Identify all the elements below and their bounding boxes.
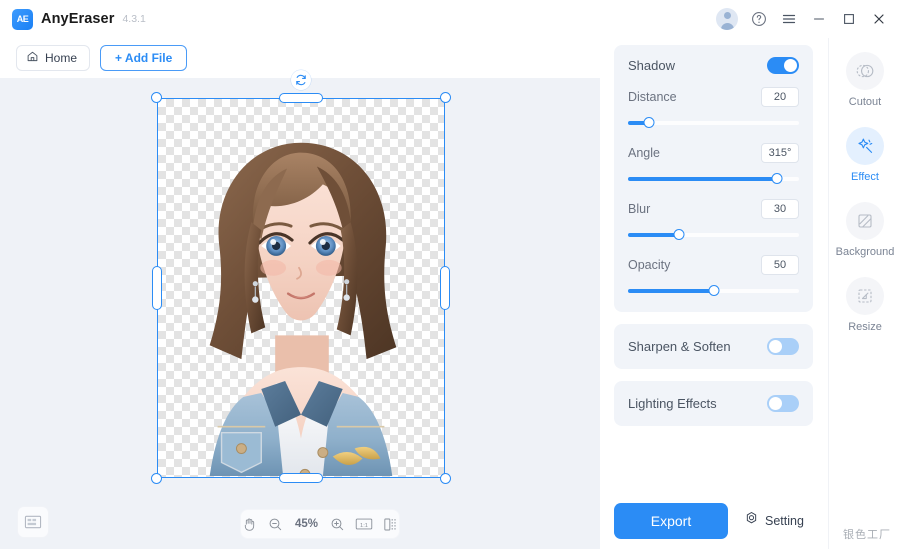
window-controls bbox=[716, 4, 900, 34]
blur-slider[interactable] bbox=[628, 228, 799, 242]
app-title: AnyEraser bbox=[41, 11, 115, 27]
resize-handle-bottom[interactable] bbox=[279, 473, 323, 483]
home-button[interactable]: Home bbox=[16, 45, 91, 71]
resize-handle-bottom-right[interactable] bbox=[440, 473, 451, 484]
blur-value[interactable]: 30 bbox=[761, 199, 799, 219]
watermark: 银色工厂 bbox=[843, 529, 891, 541]
add-file-button[interactable]: + Add File bbox=[100, 45, 188, 71]
resize-handle-right[interactable] bbox=[440, 266, 450, 310]
app-version: 4.3.1 bbox=[122, 13, 146, 25]
lighting-effects-toggle[interactable] bbox=[767, 395, 799, 412]
sharpen-soften-title: Sharpen & Soften bbox=[628, 339, 731, 354]
selection-frame[interactable] bbox=[151, 70, 451, 484]
image-canvas[interactable]: 45% 1:1 bbox=[0, 70, 600, 549]
opacity-slider[interactable] bbox=[628, 284, 799, 298]
layers-panel-icon[interactable] bbox=[17, 506, 49, 538]
zoom-level-value[interactable]: 45% bbox=[293, 518, 321, 530]
lighting-effects-title: Lighting Effects bbox=[628, 396, 717, 411]
close-icon[interactable] bbox=[864, 4, 894, 34]
rail-item-resize[interactable]: Resize bbox=[829, 277, 900, 333]
portrait-image bbox=[209, 142, 397, 477]
opacity-param: Opacity 50 bbox=[628, 255, 799, 298]
resize-handle-bottom-left[interactable] bbox=[151, 473, 162, 484]
panel-footer: Export Setting bbox=[600, 493, 828, 549]
cutout-icon bbox=[846, 52, 884, 90]
rail-item-cutout[interactable]: Cutout bbox=[829, 52, 900, 108]
magic-wand-effect-icon bbox=[846, 127, 884, 165]
zoom-in-icon[interactable] bbox=[330, 515, 347, 534]
resize-handle-top-left[interactable] bbox=[151, 92, 162, 103]
actual-size-button[interactable]: 1:1 bbox=[355, 515, 373, 534]
anyeraser-window: AE AnyEraser 4.3.1 Home + Add File 45% 1… bbox=[0, 0, 900, 549]
maximize-icon[interactable] bbox=[834, 4, 864, 34]
angle-label: Angle bbox=[628, 146, 660, 160]
rail-label-background: Background bbox=[835, 246, 895, 258]
export-button[interactable]: Export bbox=[614, 503, 728, 539]
resize-icon bbox=[846, 277, 884, 315]
angle-slider[interactable] bbox=[628, 172, 799, 186]
tools-rail: Cutout Effect Background Resize bbox=[828, 38, 900, 549]
resize-handle-top[interactable] bbox=[279, 93, 323, 103]
svg-text:1:1: 1:1 bbox=[360, 523, 368, 529]
distance-label: Distance bbox=[628, 90, 677, 104]
sharpen-soften-card: Sharpen & Soften bbox=[614, 324, 813, 369]
title-bar: AE AnyEraser 4.3.1 bbox=[0, 0, 900, 38]
rail-label-resize: Resize bbox=[848, 321, 882, 333]
shadow-toggle[interactable] bbox=[767, 57, 799, 74]
resize-handle-top-right[interactable] bbox=[440, 92, 451, 103]
zoom-out-icon[interactable] bbox=[267, 515, 284, 534]
distance-value[interactable]: 20 bbox=[761, 87, 799, 107]
blur-label: Blur bbox=[628, 202, 651, 216]
setting-button[interactable]: Setting bbox=[744, 511, 804, 531]
opacity-label: Opacity bbox=[628, 258, 671, 272]
opacity-value[interactable]: 50 bbox=[761, 255, 799, 275]
rail-label-effect: Effect bbox=[851, 171, 879, 183]
home-icon bbox=[26, 50, 39, 66]
blur-param: Blur 30 bbox=[628, 199, 799, 242]
rotate-handle-icon[interactable] bbox=[291, 70, 311, 90]
app-logo-icon: AE bbox=[12, 8, 33, 30]
sharpen-soften-toggle[interactable] bbox=[767, 338, 799, 355]
distance-slider[interactable] bbox=[628, 116, 799, 130]
home-button-label: Home bbox=[45, 51, 78, 65]
split-compare-icon[interactable] bbox=[382, 515, 399, 534]
hamburger-menu-icon[interactable] bbox=[774, 4, 804, 34]
rail-item-effect[interactable]: Effect bbox=[829, 127, 900, 183]
distance-param: Distance 20 bbox=[628, 87, 799, 130]
hand-tool-icon[interactable] bbox=[241, 515, 258, 534]
angle-value[interactable]: 315° bbox=[761, 143, 799, 163]
rail-label-cutout: Cutout bbox=[848, 96, 882, 108]
help-icon[interactable] bbox=[744, 4, 774, 34]
user-avatar-icon[interactable] bbox=[716, 8, 738, 30]
effects-options-panel: Shadow Distance 20 Angle 315° Blur 30 Op… bbox=[600, 38, 828, 549]
selection-box[interactable] bbox=[157, 98, 445, 478]
lighting-effects-card: Lighting Effects bbox=[614, 381, 813, 426]
background-icon bbox=[846, 202, 884, 240]
shadow-card: Shadow Distance 20 Angle 315° Blur 30 Op… bbox=[614, 45, 813, 312]
resize-handle-left[interactable] bbox=[152, 266, 162, 310]
gear-icon bbox=[744, 511, 759, 531]
angle-param: Angle 315° bbox=[628, 143, 799, 186]
rail-item-background[interactable]: Background bbox=[829, 202, 900, 258]
zoom-toolbar: 45% 1:1 bbox=[240, 509, 400, 539]
shadow-title: Shadow bbox=[628, 58, 675, 73]
setting-label: Setting bbox=[765, 514, 804, 528]
minimize-icon[interactable] bbox=[804, 4, 834, 34]
